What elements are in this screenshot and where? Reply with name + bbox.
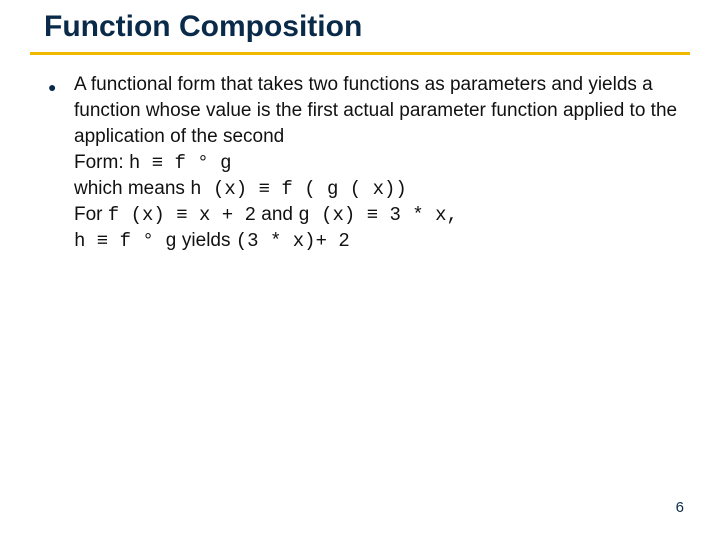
h-def-expression: h ≡ f ° g	[74, 230, 177, 252]
slide: Function Composition ● A functional form…	[0, 0, 720, 540]
bullet-icon: ●	[48, 72, 74, 100]
list-item: ● A functional form that takes two funct…	[48, 72, 680, 254]
slide-body: ● A functional form that takes two funct…	[48, 72, 680, 254]
means-prefix: which means	[74, 178, 190, 199]
page-number: 6	[676, 499, 684, 516]
form-label: Form:	[74, 152, 129, 173]
result-expression: (3 * x)+ 2	[236, 230, 350, 252]
for-prefix: For	[74, 204, 108, 225]
slide-title: Function Composition	[44, 10, 362, 44]
yields-word: yields	[177, 230, 236, 251]
means-expression: h (x) ≡ f ( g ( x))	[190, 178, 407, 200]
intro-text: A functional form that takes two functio…	[74, 74, 677, 147]
for-f-expression: f (x) ≡ x + 2	[108, 204, 256, 226]
for-g-expression: g (x) ≡ 3 * x,	[298, 204, 458, 226]
item-text: A functional form that takes two functio…	[74, 72, 680, 254]
title-underline	[30, 52, 690, 55]
form-expression: h ≡ f ° g	[129, 152, 232, 174]
and-word: and	[256, 204, 298, 225]
